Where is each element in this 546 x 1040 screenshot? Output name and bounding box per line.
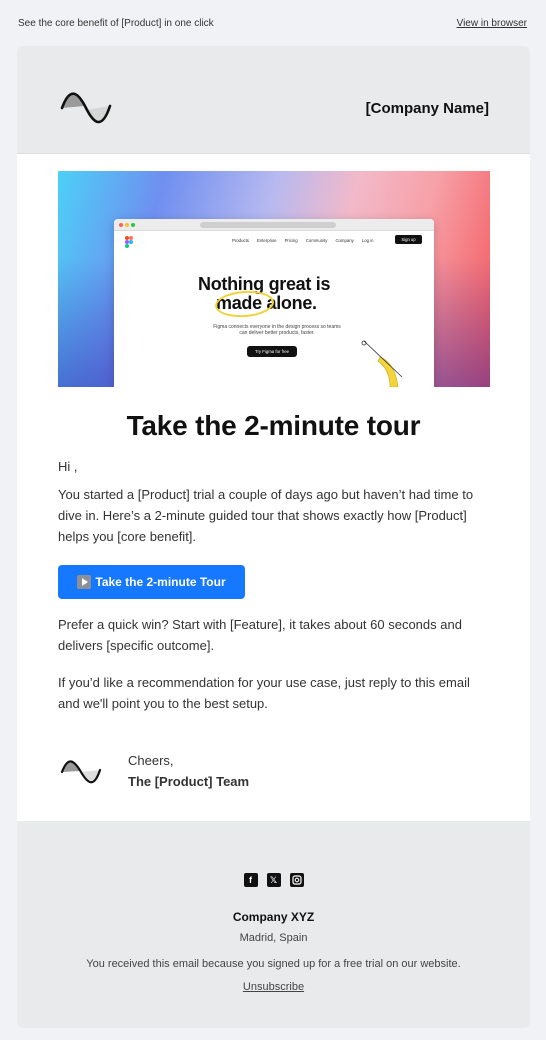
paragraph-intro: You started a [Product] trial a couple o… [58,487,474,544]
footer-note: You received this email because you sign… [86,958,461,970]
email-card: [Company Name] Products Enterprise Pricing… [17,46,530,1028]
hero-subtext: Figma connects everyone in the design pr… [213,324,341,336]
hero-signup: Sign up [395,235,422,244]
paragraph-quick-win: Prefer a quick win? Start with [Feature]… [58,617,462,653]
preheader-text: See the core benefit of [Product] in one… [18,17,214,29]
play-button-icon [77,575,92,589]
banana-illustration-icon [361,340,403,387]
take-tour-label: Take the 2-minute Tour [95,575,226,589]
greeting: Hi , [58,459,78,474]
browser-mockup: Products Enterprise Pricing Community Compan… [114,219,434,387]
company-name: [Company Name] [365,100,489,117]
instagram-icon[interactable] [289,873,304,887]
signature-team: The [Product] Team [128,774,250,789]
email-title: Take the 2-minute tour [126,410,421,441]
signature-closing: Cheers, [128,753,174,768]
hero-cta: Try Figma for free [247,346,297,357]
preheader: See the core benefit of [Product] in one… [18,16,527,30]
footer-company: Company XYZ [232,910,315,924]
sine-wave-signature-icon [60,760,102,784]
hero-nav: Products Enterprise Pricing Community Compan… [232,238,374,243]
signature: Cheers, The [Product] Team [128,750,249,792]
email-footer: f 𝕏 Company XYZ Madrid, Spain You receiv… [17,821,530,1028]
paragraph-recommendation: If you’d like a recommendation for your … [58,675,470,711]
footer-location: Madrid, Spain [239,932,308,944]
figma-logo-icon [125,236,133,248]
view-in-browser-link[interactable]: View in browser [457,18,527,29]
facebook-icon[interactable]: f [243,873,258,887]
x-icon[interactable]: 𝕏 [266,873,281,887]
sine-wave-logo-icon [60,92,112,124]
social-links: f 𝕏 [17,873,530,887]
unsubscribe-link[interactable]: Unsubscribe [243,981,304,993]
hero-image: Products Enterprise Pricing Community Compan… [58,171,490,387]
email-header: [Company Name] [17,46,530,154]
take-tour-button[interactable]: Take the 2-minute Tour [58,565,245,599]
